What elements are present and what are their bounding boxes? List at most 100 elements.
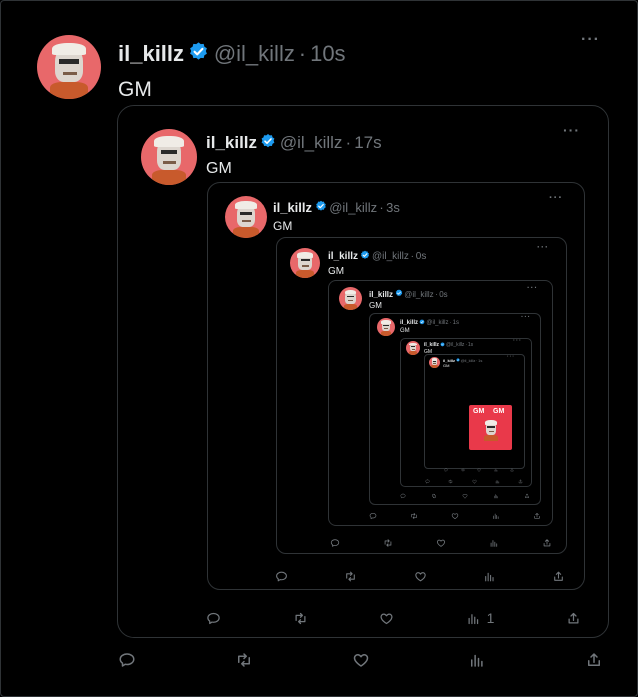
- avatar[interactable]: [141, 129, 197, 185]
- views-button[interactable]: [494, 468, 498, 472]
- reply-button[interactable]: [118, 651, 136, 669]
- share-button[interactable]: [510, 468, 514, 472]
- share-button[interactable]: [585, 651, 603, 669]
- like-button[interactable]: [471, 479, 477, 484]
- reply-button[interactable]: [275, 570, 288, 583]
- share-button[interactable]: [518, 479, 523, 484]
- tweet-time[interactable]: 0s: [416, 251, 427, 262]
- retweet-icon: [410, 512, 418, 520]
- author-handle[interactable]: @il_killz: [446, 342, 464, 348]
- retweet-button[interactable]: [431, 493, 437, 499]
- avatar[interactable]: [406, 341, 420, 355]
- more-icon[interactable]: ···: [549, 192, 563, 204]
- author-name[interactable]: il_killz: [328, 251, 358, 262]
- avatar[interactable]: [290, 248, 320, 278]
- tweet-time[interactable]: 3s: [386, 200, 400, 215]
- action-bar: [400, 492, 530, 500]
- tweet-text: GM: [118, 78, 152, 101]
- share-button[interactable]: [533, 512, 541, 520]
- avatar-hat: [297, 251, 313, 258]
- avatar[interactable]: [37, 35, 101, 99]
- tweet-time[interactable]: 1s: [453, 320, 459, 326]
- retweet-button[interactable]: [383, 538, 393, 548]
- more-icon[interactable]: ···: [581, 31, 600, 49]
- share-button[interactable]: [566, 611, 581, 626]
- author-name[interactable]: il_killz: [400, 320, 418, 326]
- like-icon: [462, 493, 468, 499]
- more-icon[interactable]: ···: [521, 314, 531, 321]
- retweet-button[interactable]: [448, 479, 453, 484]
- like-button[interactable]: [477, 468, 481, 472]
- retweet-button[interactable]: [344, 570, 357, 583]
- share-button[interactable]: [552, 570, 565, 583]
- retweet-button[interactable]: [293, 611, 308, 626]
- views-button[interactable]: [495, 479, 500, 484]
- like-button[interactable]: [436, 538, 446, 548]
- share-button[interactable]: [542, 538, 552, 548]
- retweet-button[interactable]: [461, 468, 465, 472]
- tweet-time[interactable]: 0s: [439, 290, 447, 299]
- like-button[interactable]: [352, 651, 370, 669]
- tweet-text: GM: [369, 301, 382, 310]
- like-icon: [414, 570, 427, 583]
- share-icon: [585, 651, 603, 669]
- like-button[interactable]: [379, 611, 394, 626]
- views-button[interactable]: [483, 570, 496, 583]
- author-handle[interactable]: @il_killz: [461, 358, 476, 363]
- more-icon[interactable]: ···: [507, 354, 515, 360]
- avatar[interactable]: [225, 196, 267, 238]
- inner-image[interactable]: GM GM: [469, 405, 512, 450]
- like-button[interactable]: [414, 570, 427, 583]
- avatar-body: [408, 351, 418, 355]
- avatar[interactable]: [339, 287, 362, 310]
- tweet-time[interactable]: 1s: [468, 342, 473, 348]
- more-icon[interactable]: ···: [527, 283, 538, 292]
- tweet-screenshot: il_killz @il_killz · 10s GM ··· il_killz @il_ki…: [0, 0, 638, 697]
- avatar-body: [483, 434, 499, 441]
- like-button[interactable]: [451, 512, 459, 520]
- separator-dot: ·: [449, 319, 452, 326]
- share-button[interactable]: [524, 493, 530, 499]
- reply-button[interactable]: [206, 611, 221, 626]
- avatar-hat: [235, 201, 257, 210]
- author-name[interactable]: il_killz: [369, 290, 393, 299]
- tweet-time[interactable]: 10s: [310, 41, 345, 67]
- views-button[interactable]: [493, 493, 499, 499]
- author-handle[interactable]: @il_killz: [426, 320, 448, 326]
- tweet-time[interactable]: 1s: [478, 358, 482, 363]
- reply-icon: [330, 538, 340, 548]
- author-name[interactable]: il_killz: [273, 200, 312, 215]
- reply-button[interactable]: [444, 468, 448, 472]
- tweet-header: il_killz @il_killz · 10s: [118, 41, 346, 67]
- author-handle[interactable]: @il_killz: [372, 251, 409, 262]
- avatar[interactable]: [377, 318, 395, 336]
- reply-button[interactable]: [369, 512, 377, 520]
- like-button[interactable]: [462, 493, 468, 499]
- author-handle[interactable]: @il_killz: [214, 41, 295, 67]
- reply-button[interactable]: [330, 538, 340, 548]
- views-button[interactable]: [468, 651, 486, 669]
- reply-button[interactable]: [400, 493, 406, 499]
- views-button[interactable]: [492, 512, 500, 520]
- tweet-time[interactable]: 17s: [354, 133, 381, 153]
- author-name[interactable]: il_killz: [424, 342, 439, 348]
- retweet-icon: [431, 493, 437, 499]
- author-handle[interactable]: @il_killz: [404, 290, 433, 299]
- reply-button[interactable]: [425, 479, 430, 484]
- avatar[interactable]: [429, 357, 440, 368]
- more-icon[interactable]: ···: [563, 122, 580, 138]
- views-button[interactable]: [489, 538, 499, 548]
- avatar: [479, 417, 503, 441]
- author-handle[interactable]: @il_killz: [329, 200, 377, 215]
- author-handle[interactable]: @il_killz: [280, 133, 343, 153]
- more-icon[interactable]: ···: [537, 242, 549, 252]
- tweet-header: il_killz @il_killz · 1s: [400, 318, 459, 326]
- verified-badge-icon: [395, 289, 403, 299]
- author-name[interactable]: il_killz: [206, 133, 257, 153]
- share-icon: [518, 479, 523, 484]
- retweet-button[interactable]: [235, 651, 253, 669]
- author-name[interactable]: il_killz: [118, 41, 184, 67]
- retweet-button[interactable]: [410, 512, 418, 520]
- views-button[interactable]: 1: [466, 610, 494, 626]
- more-icon[interactable]: ···: [513, 338, 522, 344]
